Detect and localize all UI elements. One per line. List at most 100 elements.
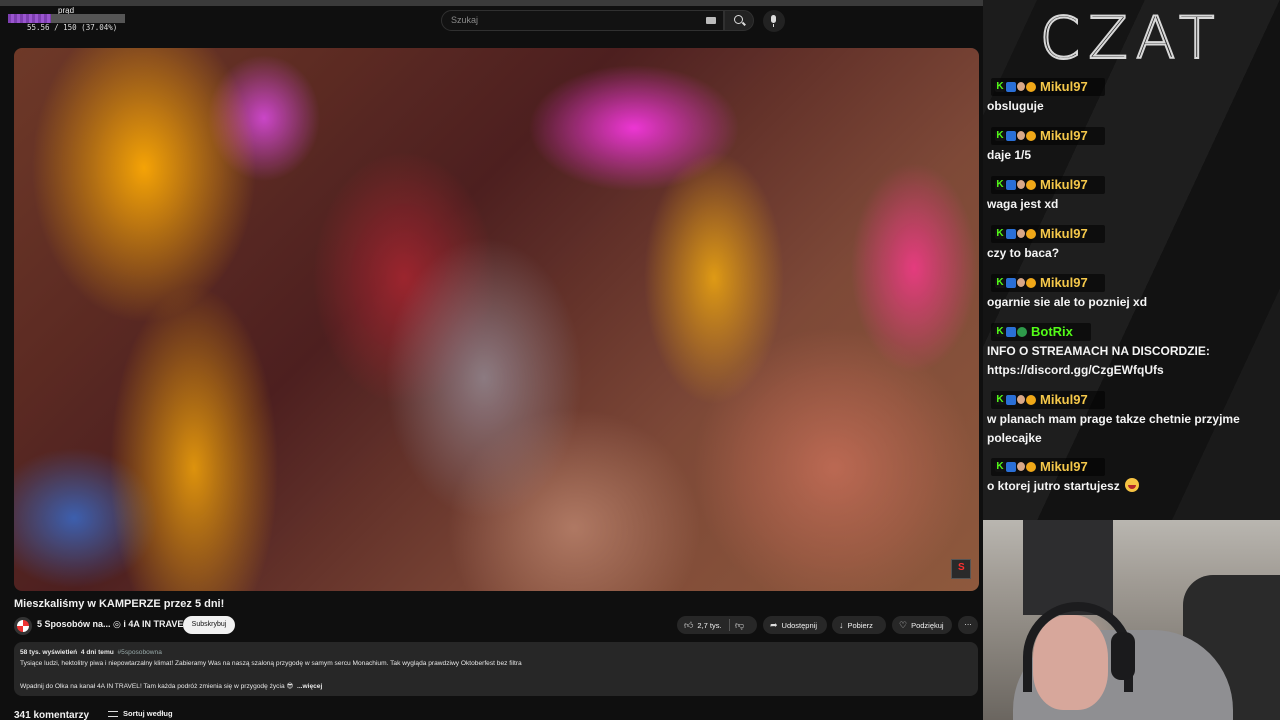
chat-message-text: waga jest xd: [987, 197, 1059, 211]
sort-comments-button[interactable]: Sortuj według: [123, 709, 173, 718]
chat-message-text: w planach mam prage takze chetnie przyjm…: [987, 412, 1240, 426]
youtube-page: prąd 55.56 / 150 (37.04%) Szukaj Mieszka…: [0, 0, 983, 720]
chat-title-handwritten: CZAT: [1039, 3, 1216, 73]
chat-message-line: czy to baca?: [987, 244, 1059, 263]
share-arrow-icon: ➦: [770, 620, 778, 630]
description-box[interactable]: 58 tys. wyświetleń 4 dni temu #5sposobow…: [14, 642, 978, 696]
description-text-line: Tysiące ludzi, hektolitry piwa i niepowt…: [20, 660, 522, 667]
badge-k-icon: K: [995, 277, 1005, 288]
video-player[interactable]: [14, 48, 979, 591]
chat-username[interactable]: Mikul97: [1040, 176, 1088, 194]
badge-k-icon: K: [995, 461, 1005, 472]
badge-coin-icon: [1026, 229, 1036, 239]
channel-watermark-icon[interactable]: [951, 559, 971, 579]
chat-message-text: ogarnie sie ale to pozniej xd: [987, 295, 1148, 309]
show-more-link[interactable]: ...więcej: [297, 683, 322, 690]
more-actions-button[interactable]: ⋯: [958, 616, 978, 634]
badge-face-icon: [1017, 462, 1025, 471]
thanks-label: Podziękuj: [911, 621, 944, 630]
chat-user-header[interactable]: K Mikul97: [991, 225, 1105, 243]
subscribe-button[interactable]: Subskrybuj: [183, 616, 235, 634]
browser-top-bar: [0, 0, 983, 6]
chat-message-line: w planach mam prage takze chetnie przyjm…: [987, 410, 1240, 429]
chat-user-header[interactable]: K Mikul97: [991, 391, 1105, 409]
download-icon: ↓: [839, 620, 844, 630]
badge-face-icon: [1017, 395, 1025, 404]
chat-message-line: ogarnie sie ale to pozniej xd: [987, 293, 1147, 312]
chat-message-line: o ktorej jutro startujesz: [987, 477, 1140, 496]
sort-icon[interactable]: [108, 711, 118, 717]
search-placeholder: Szukaj: [451, 15, 479, 25]
voice-search-button[interactable]: [763, 10, 785, 32]
chat-message-line: waga jest xd: [987, 195, 1058, 214]
badge-arrow-icon: [1006, 82, 1016, 92]
search-input[interactable]: Szukaj: [441, 10, 724, 31]
thumbs-up-icon[interactable]: 👍︎: [684, 616, 693, 634]
description-promo-text: Wpadnij do Olka na kanał 4A IN TRAVEL! T…: [20, 683, 294, 690]
chat-user-header[interactable]: K Mikul97: [991, 458, 1105, 476]
share-label: Udostępnij: [781, 621, 817, 630]
laughing-emoji-icon: [1125, 478, 1140, 492]
chat-username[interactable]: Mikul97: [1040, 78, 1088, 96]
chat-message-text: INFO O STREAMACH NA DISCORDZIE:: [987, 344, 1210, 358]
like-count[interactable]: 2,7 tys.: [697, 621, 721, 630]
channel-avatar[interactable]: [14, 617, 32, 635]
chat-username[interactable]: BotRix: [1031, 323, 1073, 341]
chat-user-header[interactable]: K BotRix: [991, 323, 1091, 341]
chat-user-header[interactable]: K Mikul97: [991, 176, 1105, 194]
thanks-heart-icon: ♡: [899, 620, 908, 630]
like-dislike-group: 👍︎ 2,7 tys. 👎︎: [677, 616, 757, 634]
download-label: Pobierz: [847, 621, 873, 630]
chat-user-header[interactable]: K Mikul97: [991, 78, 1105, 96]
badge-k-icon: K: [995, 130, 1005, 141]
chat-username[interactable]: Mikul97: [1040, 274, 1088, 292]
search-button[interactable]: [724, 10, 754, 31]
badge-arrow-icon: [1006, 395, 1016, 405]
thanks-button[interactable]: ♡ Podziękuj: [892, 616, 952, 634]
hashtag-link[interactable]: #5sposobowna: [118, 649, 162, 656]
badge-coin-icon: [1026, 131, 1036, 141]
webcam-feed: [983, 520, 1280, 720]
upload-age: 4 dni temu: [80, 649, 114, 656]
microphone-icon: [771, 15, 776, 27]
badge-check-icon: [1017, 327, 1027, 337]
channel-name[interactable]: 5 Sposobów na... ◎ i 4A IN TRAVEL: [37, 619, 189, 630]
webcam-background-monitor: [1023, 520, 1113, 615]
chat-username[interactable]: Mikul97: [1040, 127, 1088, 145]
badge-arrow-icon: [1006, 327, 1016, 337]
badge-arrow-icon: [1006, 131, 1016, 141]
badge-arrow-icon: [1006, 180, 1016, 190]
chat-message-line: daje 1/5: [987, 146, 1031, 165]
webcam-headphone-cup: [1111, 632, 1135, 680]
chat-message-text: czy to baca?: [987, 246, 1060, 260]
chat-message-text: obsluguje: [987, 99, 1044, 113]
badge-k-icon: K: [995, 81, 1005, 92]
badge-coin-icon: [1026, 278, 1036, 288]
chat-username[interactable]: Mikul97: [1040, 225, 1088, 243]
chat-title: CZAT: [983, 3, 1280, 73]
overlay-progress-fill: [8, 14, 52, 23]
badge-k-icon: K: [995, 228, 1005, 239]
like-divider: [729, 619, 730, 631]
chat-message-text-continued[interactable]: https://discord.gg/CzgEWfqUfs: [987, 361, 1164, 380]
chat-message-line: obsluguje: [987, 97, 1044, 116]
download-button[interactable]: ↓ Pobierz: [832, 616, 886, 634]
badge-coin-icon: [1026, 395, 1036, 405]
chat-user-header[interactable]: K Mikul97: [991, 274, 1105, 292]
badge-face-icon: [1017, 278, 1025, 287]
thumbs-down-icon[interactable]: 👎︎: [735, 616, 744, 634]
overlay-progress-track: [8, 14, 125, 23]
badge-coin-icon: [1026, 462, 1036, 472]
video-title: Mieszkaliśmy w KAMPERZE przez 5 dni!: [14, 598, 225, 610]
description-meta: 58 tys. wyświetleń 4 dni temu #5sposobow…: [20, 649, 162, 656]
chat-username[interactable]: Mikul97: [1040, 391, 1088, 409]
badge-k-icon: K: [995, 326, 1005, 337]
badge-face-icon: [1017, 131, 1025, 140]
keyboard-icon[interactable]: [706, 17, 716, 24]
chat-message-line: INFO O STREAMACH NA DISCORDZIE:: [987, 342, 1210, 361]
share-button[interactable]: ➦ Udostępnij: [763, 616, 827, 634]
badge-coin-icon: [1026, 180, 1036, 190]
chat-user-header[interactable]: K Mikul97: [991, 127, 1105, 145]
chat-username[interactable]: Mikul97: [1040, 458, 1088, 476]
chat-message-text: o ktorej jutro startujesz: [987, 479, 1120, 493]
